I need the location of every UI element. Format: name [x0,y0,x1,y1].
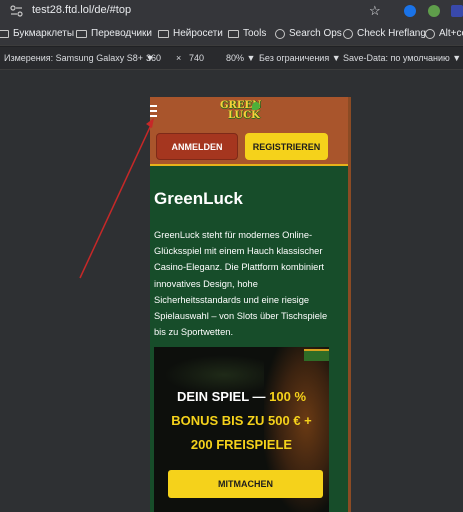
browser-window: test28.ftd.lol/de/#top ☆ Букмарклеты Пер… [0,0,463,512]
annotation-arrow [79,118,154,279]
